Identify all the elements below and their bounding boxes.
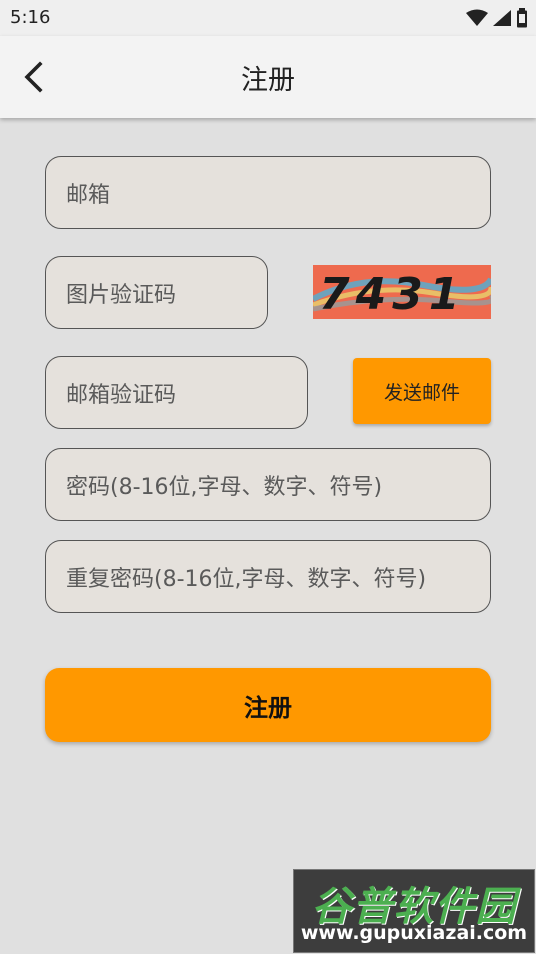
page-title: 注册: [241, 65, 295, 96]
battery-icon: [517, 8, 527, 28]
wifi-icon: [466, 9, 488, 26]
captcha-graphic: 7431: [313, 269, 491, 319]
repeat-password-placeholder: 重复密码(8-16位,字母、数字、符号): [66, 566, 427, 592]
image-code-input[interactable]: 图片验证码: [45, 256, 268, 329]
watermark-logo: 谷普软件园 www.gupuxiazai.com: [293, 869, 535, 953]
email-code-placeholder: 邮箱验证码: [66, 382, 177, 408]
status-bar: 5:16: [0, 0, 536, 36]
image-code-placeholder: 图片验证码: [66, 282, 177, 308]
signal-icon: [493, 10, 511, 26]
captcha-text: 7431: [319, 269, 465, 319]
password-input[interactable]: 密码(8-16位,字母、数字、符号): [45, 448, 491, 521]
email-code-input[interactable]: 邮箱验证码: [45, 356, 308, 429]
email-placeholder: 邮箱: [66, 182, 111, 208]
register-button[interactable]: 注册: [45, 668, 491, 742]
status-icons: [466, 8, 528, 28]
repeat-password-input[interactable]: 重复密码(8-16位,字母、数字、符号): [45, 540, 491, 613]
watermark-url: www.gupuxiazai.com: [300, 922, 528, 944]
app-bar: 注册: [0, 36, 536, 118]
status-time: 5:16: [10, 7, 51, 28]
password-placeholder: 密码(8-16位,字母、数字、符号): [66, 474, 383, 500]
captcha-image[interactable]: 7431: [313, 265, 491, 319]
email-input[interactable]: 邮箱: [45, 156, 491, 229]
send-email-button[interactable]: 发送邮件: [353, 358, 491, 424]
